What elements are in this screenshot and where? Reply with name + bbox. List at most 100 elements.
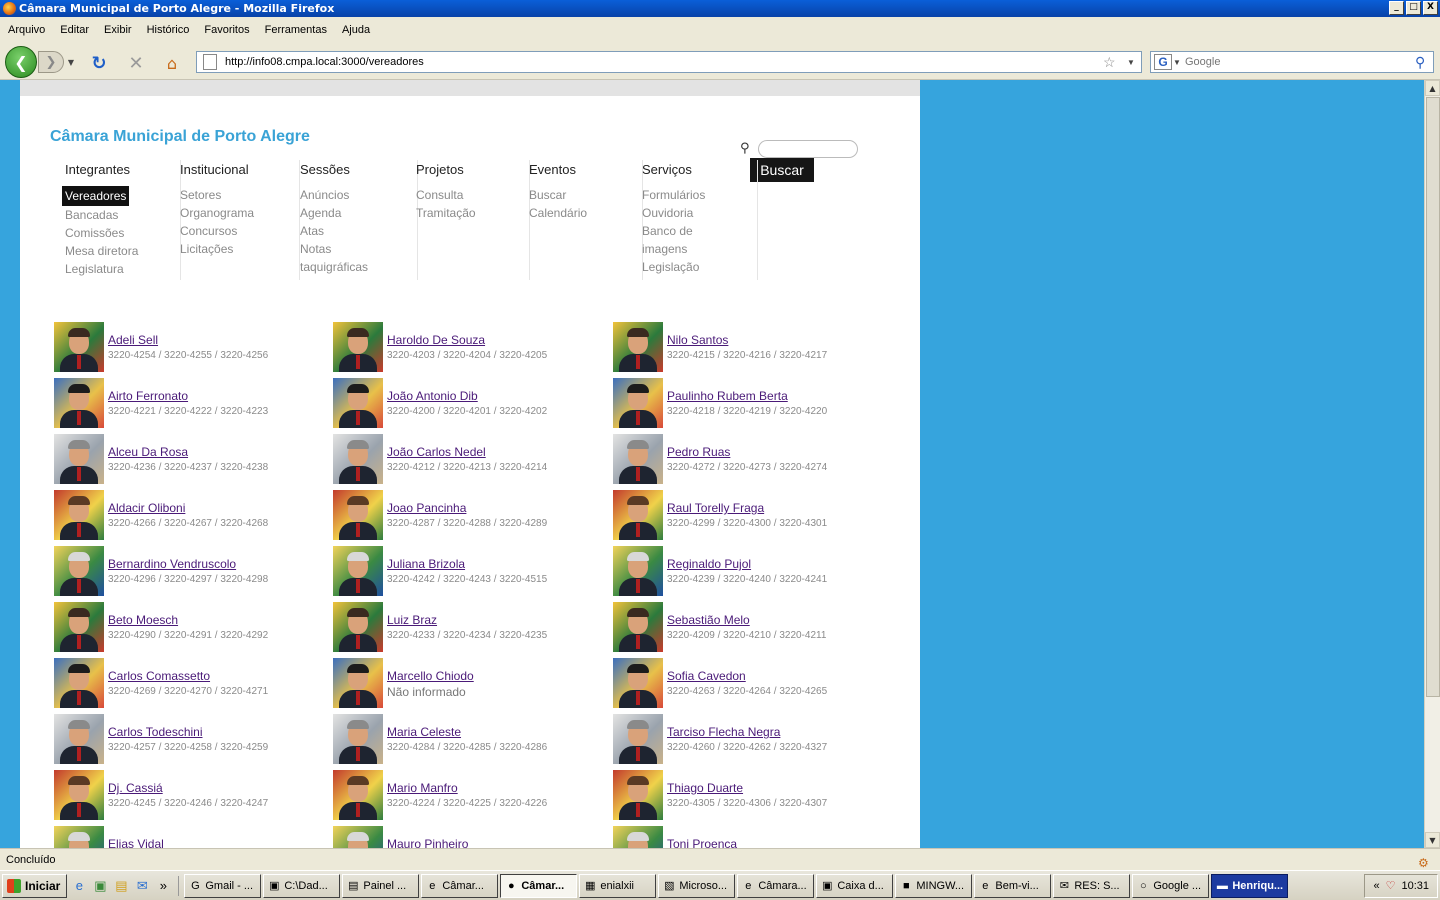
nav-heading[interactable]: Institucional (180, 160, 299, 180)
nav-link[interactable]: Bancadas (65, 206, 180, 224)
vereador-photo[interactable] (613, 826, 663, 848)
star-icon[interactable]: ☆ (1103, 54, 1119, 71)
vereador-photo[interactable] (333, 770, 383, 820)
nav-link[interactable]: imagens (642, 240, 757, 258)
tray-expand-icon[interactable]: « (1373, 880, 1379, 892)
scroll-thumb[interactable] (1426, 97, 1440, 697)
vereador-photo[interactable] (613, 378, 663, 428)
nav-link[interactable]: Vereadores (62, 186, 130, 206)
nav-heading[interactable]: Sessões (300, 160, 417, 180)
taskbar-button[interactable]: ▣ Caixa d... (816, 873, 894, 898)
minimize-button[interactable]: _ (1389, 1, 1404, 15)
addon-icon[interactable]: ⚙ (1418, 852, 1434, 870)
menu-ferramentas[interactable]: Ferramentas (261, 24, 331, 36)
browser-search-input[interactable] (1183, 53, 1415, 71)
vereador-photo[interactable] (613, 770, 663, 820)
vereador-name-link[interactable]: Dj. Cassiá (108, 781, 163, 795)
nav-link[interactable]: Licitações (180, 240, 299, 258)
vereador-photo[interactable] (54, 322, 104, 372)
vereador-name-link[interactable]: Carlos Todeschini (108, 725, 203, 739)
address-bar[interactable]: http://info08.cmpa.local:3000/vereadores… (196, 51, 1142, 73)
nav-link[interactable]: Notas (300, 240, 417, 258)
site-search-input[interactable] (758, 140, 858, 158)
nav-link[interactable]: Concursos (180, 222, 299, 240)
menu-ajuda[interactable]: Ajuda (338, 24, 374, 36)
menu-favoritos[interactable]: Favoritos (200, 24, 253, 36)
google-engine-icon[interactable]: G (1154, 54, 1172, 70)
history-dropdown-icon[interactable]: ▼ (66, 57, 76, 67)
vereador-name-link[interactable]: Elias Vidal (108, 837, 164, 848)
vereador-name-link[interactable]: Nilo Santos (667, 333, 728, 347)
vereador-photo[interactable] (333, 714, 383, 764)
taskbar-button[interactable]: ▣ C:\Dad... (263, 873, 341, 898)
vereador-name-link[interactable]: Alceu Da Rosa (108, 445, 188, 459)
vereador-name-link[interactable]: Luiz Braz (387, 613, 437, 627)
tray-gmail-icon[interactable]: ♡ (1386, 879, 1396, 892)
vereador-photo[interactable] (54, 602, 104, 652)
menu-arquivo[interactable]: Arquivo (4, 24, 49, 36)
taskbar-button[interactable]: ▦ enialxii (579, 873, 657, 898)
taskbar-button[interactable]: ● Câmar... (500, 873, 578, 898)
nav-heading[interactable]: Projetos (416, 160, 529, 180)
vereador-name-link[interactable]: Marcello Chiodo (387, 669, 474, 683)
vereador-name-link[interactable]: Joao Pancinha (387, 501, 466, 515)
vereador-name-link[interactable]: Aldacir Oliboni (108, 501, 185, 515)
vereador-name-link[interactable]: Adeli Sell (108, 333, 158, 347)
vereador-photo[interactable] (333, 826, 383, 848)
site-title[interactable]: Câmara Municipal de Porto Alegre (50, 128, 310, 146)
scroll-up-icon[interactable]: ▲ (1425, 80, 1440, 96)
nav-heading[interactable]: Integrantes (65, 160, 180, 180)
vereador-name-link[interactable]: Paulinho Rubem Berta (667, 389, 788, 403)
vereador-name-link[interactable]: Reginaldo Pujol (667, 557, 751, 571)
close-button[interactable]: X (1423, 1, 1438, 15)
ie-icon[interactable]: e (70, 877, 88, 895)
vereador-photo[interactable] (613, 434, 663, 484)
vereador-photo[interactable] (54, 658, 104, 708)
vereador-name-link[interactable]: Carlos Comassetto (108, 669, 210, 683)
clock[interactable]: 10:31 (1401, 880, 1429, 892)
vereador-name-link[interactable]: Raul Torelly Fraga (667, 501, 764, 515)
vereador-name-link[interactable]: Pedro Ruas (667, 445, 730, 459)
engine-dropdown-icon[interactable]: ▼ (1173, 58, 1183, 67)
url-dropdown-icon[interactable]: ▼ (1127, 58, 1137, 67)
vereador-name-link[interactable]: Airto Ferronato (108, 389, 188, 403)
nav-link[interactable]: Banco de (642, 222, 757, 240)
nav-heading[interactable]: Serviços (642, 160, 757, 180)
vereador-photo[interactable] (613, 546, 663, 596)
nav-link[interactable]: Anúncios (300, 186, 417, 204)
vereador-name-link[interactable]: Maria Celeste (387, 725, 461, 739)
vereador-photo[interactable] (333, 434, 383, 484)
vereador-photo[interactable] (54, 546, 104, 596)
vereador-photo[interactable] (333, 602, 383, 652)
vereador-name-link[interactable]: Mauro Pinheiro (387, 837, 468, 848)
nav-link[interactable]: Tramitação (416, 204, 529, 222)
taskbar-button[interactable]: ▬ Henriqu... (1211, 873, 1289, 898)
nav-link[interactable]: Consulta (416, 186, 529, 204)
nav-link[interactable]: Comissões (65, 224, 180, 242)
nav-link[interactable]: Setores (180, 186, 299, 204)
nav-link[interactable]: Legislatura (65, 260, 180, 278)
menu-editar[interactable]: Editar (56, 24, 93, 36)
vereador-photo[interactable] (613, 658, 663, 708)
vereador-name-link[interactable]: João Carlos Nedel (387, 445, 486, 459)
vereador-photo[interactable] (333, 322, 383, 372)
nav-link[interactable]: Organograma (180, 204, 299, 222)
vereador-photo[interactable] (54, 490, 104, 540)
vereador-photo[interactable] (613, 714, 663, 764)
vereador-name-link[interactable]: Juliana Brizola (387, 557, 465, 571)
vereador-photo[interactable] (54, 770, 104, 820)
vereador-photo[interactable] (54, 378, 104, 428)
vereador-name-link[interactable]: Sebastião Melo (667, 613, 750, 627)
nav-link[interactable]: taquigráficas (300, 258, 417, 276)
forward-icon[interactable]: ❯ (38, 51, 64, 73)
buscar-button[interactable]: Buscar (750, 158, 814, 182)
nav-link[interactable]: Legislação (642, 258, 757, 276)
taskbar-button[interactable]: e Câmara... (737, 873, 815, 898)
vereador-name-link[interactable]: Thiago Duarte (667, 781, 743, 795)
nav-link[interactable]: Buscar (529, 186, 642, 204)
start-button[interactable]: Iniciar (2, 873, 68, 898)
quicklaunch-more-icon[interactable]: » (154, 877, 172, 895)
taskbar-button[interactable]: ■ MINGW... (895, 873, 973, 898)
folder-icon[interactable]: ▤ (112, 877, 130, 895)
vereador-photo[interactable] (54, 826, 104, 848)
